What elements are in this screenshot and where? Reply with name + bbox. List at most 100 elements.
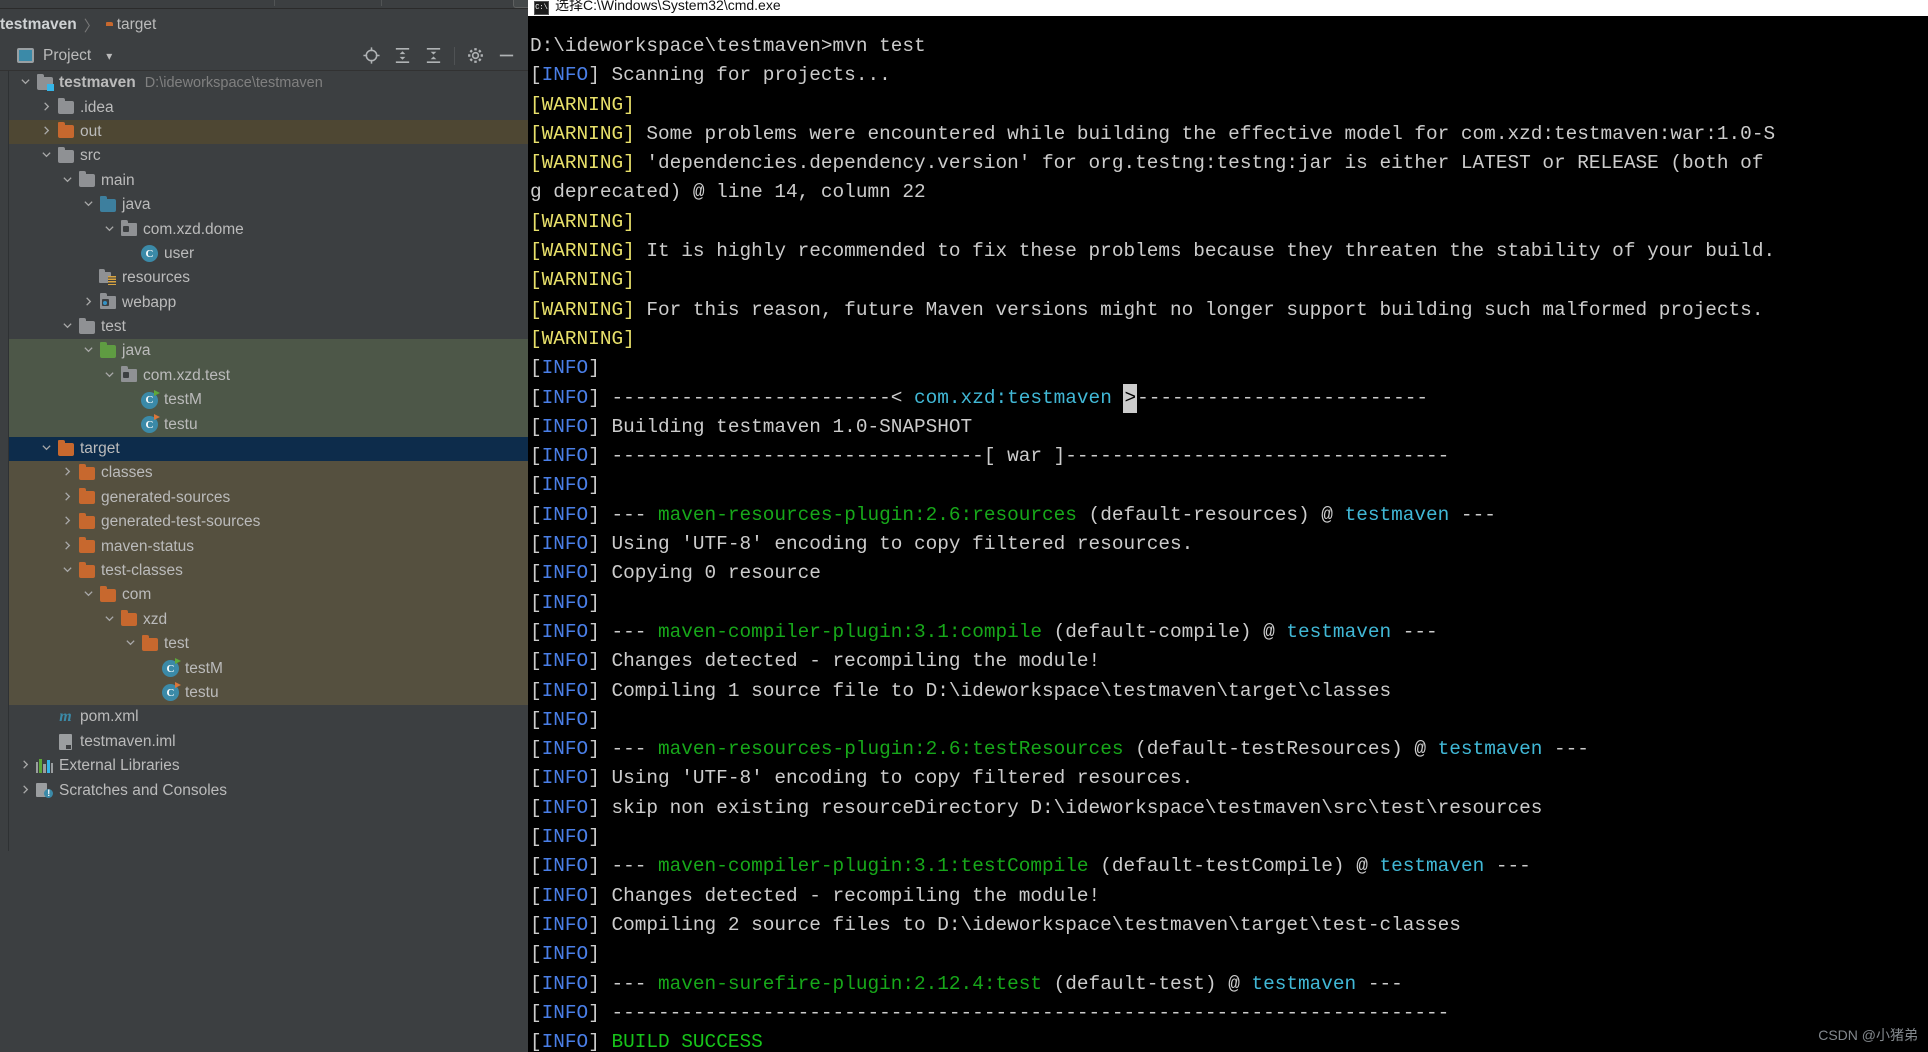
- terminal-text: maven-surefire-plugin:2.12.4:test: [658, 972, 1043, 995]
- terminal-text: [: [530, 855, 542, 878]
- folder-orange-icon: [76, 463, 97, 480]
- chevron-down-icon[interactable]: [17, 76, 34, 90]
- terminal-text: ---: [1484, 855, 1531, 878]
- tree-item-com-xzd-dome[interactable]: com.xzd.dome: [9, 217, 530, 241]
- collapse-all-icon[interactable]: [418, 43, 449, 69]
- chevron-down-icon[interactable]: [101, 369, 118, 383]
- folder-orange-icon: [76, 512, 97, 529]
- folder-orange-icon: [97, 585, 118, 602]
- tree-item-label: External Libraries: [59, 757, 180, 775]
- chevron-down-icon[interactable]: [59, 174, 76, 188]
- chevron-right-icon[interactable]: [59, 491, 76, 505]
- terminal-text: INFO: [541, 591, 589, 614]
- chevron-down-icon[interactable]: ▾: [106, 49, 112, 63]
- package-icon: [118, 220, 139, 237]
- tree-item-com-xzd-test[interactable]: com.xzd.test: [9, 363, 530, 389]
- breadcrumb-project[interactable]: testmaven: [0, 16, 77, 34]
- tree-item--idea[interactable]: .idea: [9, 95, 530, 119]
- tree-item-label: out: [80, 122, 102, 140]
- gear-icon[interactable]: [460, 43, 491, 69]
- tree-item-maven-status[interactable]: maven-status: [9, 534, 530, 559]
- project-tree[interactable]: testmaven D:\ideworkspace\testmaven .idea o…: [9, 71, 530, 852]
- chevron-down-icon[interactable]: [101, 223, 118, 237]
- chevron-right-icon[interactable]: [80, 296, 97, 310]
- terminal-text: [: [530, 474, 542, 497]
- tree-item-webapp[interactable]: webapp: [9, 291, 530, 315]
- tree-item-pom-xml[interactable]: m pom.xml: [9, 705, 530, 729]
- terminal-text: INFO: [541, 562, 589, 585]
- folder-orange-icon: [76, 488, 97, 505]
- tree-item-testmaven[interactable]: testmaven D:\ideworkspace\testmaven: [9, 71, 530, 95]
- chevron-down-icon[interactable]: [38, 442, 55, 456]
- chevron-right-icon[interactable]: [59, 540, 76, 554]
- tree-item-com[interactable]: com: [9, 583, 530, 608]
- chevron-right-icon[interactable]: [17, 784, 34, 798]
- project-window-icon: [17, 48, 34, 63]
- terminal-text: ] ---: [588, 503, 659, 526]
- module-folder-icon: [34, 73, 55, 91]
- tree-item-label: xzd: [143, 610, 168, 628]
- terminal-text: [WARNING]: [530, 93, 635, 116]
- terminal-line: [INFO] Using 'UTF-8' encoding to copy fi…: [528, 530, 1928, 559]
- tree-item-label: testu: [164, 415, 198, 433]
- tree-item-test[interactable]: test: [9, 631, 530, 657]
- java-test-class-green-icon: C: [160, 658, 181, 678]
- tree-item-test[interactable]: test: [9, 315, 530, 339]
- chevron-down-icon[interactable]: [80, 588, 97, 602]
- tree-item-label: Scratches and Consoles: [59, 781, 228, 799]
- terminal-text: [: [530, 767, 542, 790]
- chevron-right-icon[interactable]: [59, 466, 76, 480]
- hide-panel-icon[interactable]: [491, 43, 522, 69]
- tree-item-main[interactable]: main: [9, 169, 530, 193]
- terminal-text: D:\ideworkspace\testmaven>mvn test: [530, 35, 926, 57]
- terminal-text: maven-resources-plugin:2.6:testResources: [658, 738, 1124, 761]
- tree-item-label: generated-test-sources: [101, 513, 261, 531]
- tree-item-generated-sources[interactable]: generated-sources: [9, 485, 530, 511]
- terminal-line: D:\ideworkspace\testmaven>mvn test: [528, 32, 1928, 61]
- tree-item-testu[interactable]: Ctestu: [9, 680, 530, 706]
- chevron-right-icon[interactable]: [59, 515, 76, 529]
- terminal-text: (default-resources) @: [1076, 503, 1345, 526]
- tree-item-generated-test-sources[interactable]: generated-test-sources: [9, 510, 530, 535]
- chevron-down-icon[interactable]: [80, 344, 97, 358]
- chevron-down-icon[interactable]: [122, 637, 139, 651]
- tree-item-testm[interactable]: CtestM: [9, 388, 530, 413]
- chevron-right-icon[interactable]: [38, 125, 55, 139]
- tree-item-target[interactable]: target: [9, 436, 530, 462]
- chevron-down-icon[interactable]: [80, 198, 97, 212]
- terminal-output[interactable]: D:\ideworkspace\testmaven>mvn test [INFO]…: [528, 16, 1928, 1052]
- cmd-title-bar[interactable]: C:\ 选择C:\Windows\System32\cmd.exe: [528, 0, 1928, 16]
- folder-orange-icon: [139, 634, 160, 651]
- tree-item-testm[interactable]: CtestM: [9, 656, 530, 681]
- tree-item-label: user: [164, 244, 195, 262]
- breadcrumb-current[interactable]: target: [106, 16, 157, 34]
- terminal-text: com.xzd:testmaven: [914, 386, 1112, 409]
- terminal-line: [WARNING]: [528, 266, 1928, 295]
- terminal-line: [INFO]: [528, 706, 1928, 735]
- tree-item-testu[interactable]: Ctestu: [9, 412, 530, 437]
- tree-item-testmaven-iml[interactable]: testmaven.iml: [9, 730, 530, 754]
- tree-item-scratches-and-consoles[interactable]: Scratches and Consoles: [9, 778, 530, 802]
- tree-item-label: testM: [164, 391, 202, 409]
- chevron-right-icon[interactable]: [17, 759, 34, 773]
- chevron-down-icon[interactable]: [38, 149, 55, 163]
- chevron-down-icon[interactable]: [101, 613, 118, 627]
- tree-item-classes[interactable]: classes: [9, 461, 530, 486]
- tree-item-xzd[interactable]: xzd: [9, 607, 530, 632]
- expand-all-icon[interactable]: [387, 43, 418, 69]
- tree-item-src[interactable]: src: [9, 144, 530, 168]
- tree-item-test-classes[interactable]: test-classes: [9, 558, 530, 584]
- chevron-down-icon[interactable]: [59, 564, 76, 578]
- tree-item-java[interactable]: java: [9, 193, 530, 217]
- tree-item-out[interactable]: out: [9, 119, 530, 145]
- tree-item-external-libraries[interactable]: External Libraries: [9, 754, 530, 778]
- chevron-down-icon[interactable]: [59, 320, 76, 334]
- folder-green-icon: [97, 341, 118, 358]
- chevron-right-icon[interactable]: [38, 101, 55, 115]
- locate-icon[interactable]: [356, 43, 387, 69]
- tree-item-java[interactable]: java: [9, 339, 530, 364]
- tree-item-resources[interactable]: resources: [9, 266, 530, 290]
- terminal-text: INFO: [541, 884, 589, 907]
- tree-item-user[interactable]: Cuser: [9, 242, 530, 266]
- terminal-text: INFO: [541, 708, 589, 731]
